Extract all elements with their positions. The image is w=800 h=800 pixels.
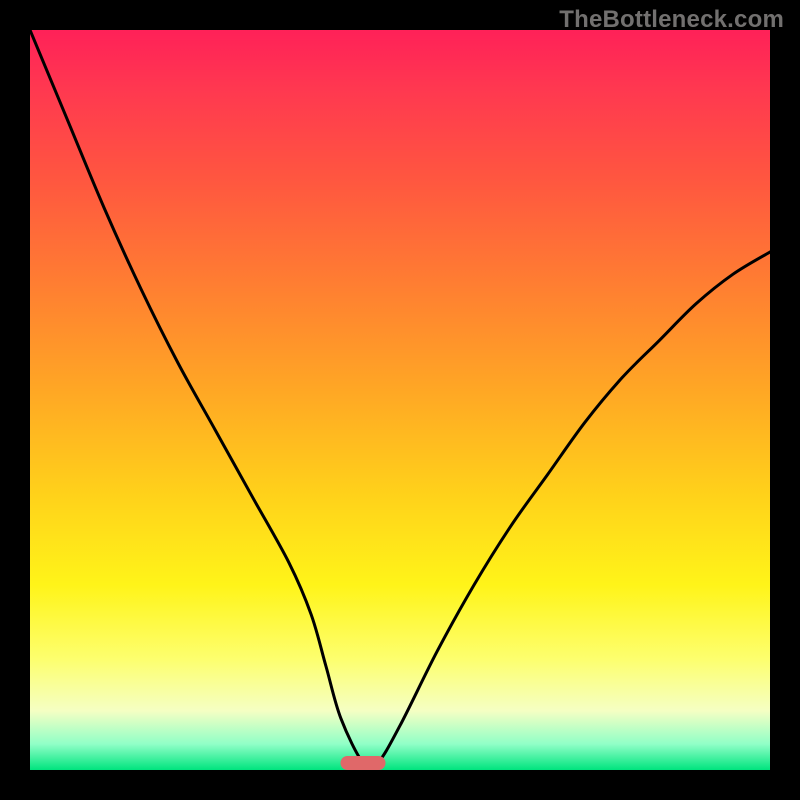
curve-path bbox=[30, 30, 770, 768]
chart-frame: TheBottleneck.com bbox=[0, 0, 800, 800]
optimal-marker bbox=[341, 756, 386, 770]
bottleneck-curve bbox=[30, 30, 770, 770]
plot-area bbox=[30, 30, 770, 770]
